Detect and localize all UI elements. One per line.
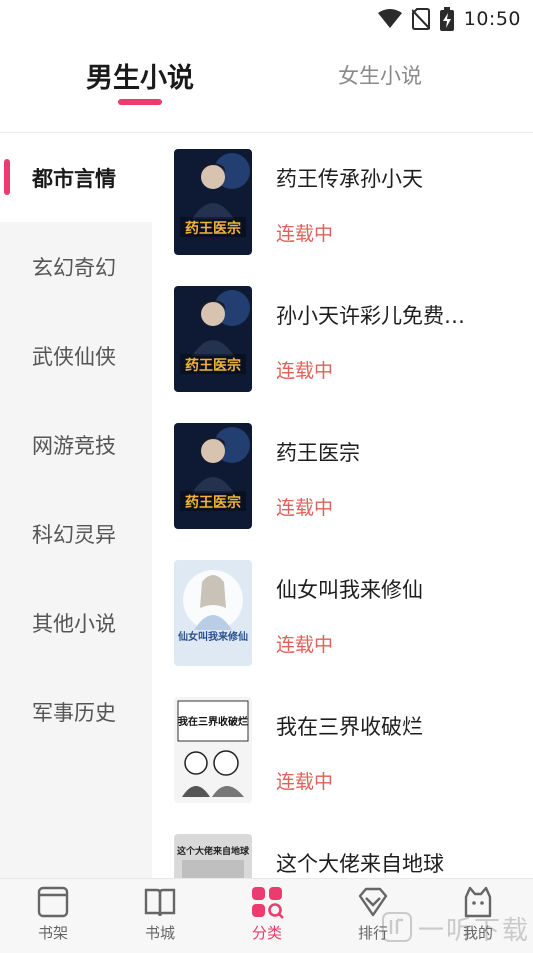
watermark-text: 一听下载 xyxy=(418,916,531,946)
category-item-other[interactable]: 其他小说 xyxy=(0,578,152,667)
category-item-military-history[interactable]: 军事历史 xyxy=(0,667,152,756)
active-tab-indicator xyxy=(118,99,162,105)
tab-female-label: 女生小说 xyxy=(338,64,422,88)
status-time: 10:50 xyxy=(463,8,521,30)
nav-category[interactable]: 分类 xyxy=(227,885,307,943)
book-status: 连载中 xyxy=(276,634,334,656)
svg-text:药王医宗: 药王医宗 xyxy=(185,220,241,237)
category-label: 武侠仙侠 xyxy=(32,344,116,369)
book-cover: 药王医宗 xyxy=(174,149,252,255)
book-cover: 仙女叫我来修仙 xyxy=(174,560,252,666)
book-city-icon xyxy=(120,885,200,919)
book-status: 连载中 xyxy=(276,360,334,382)
category-item-urban-romance[interactable]: 都市言情 xyxy=(0,133,152,222)
gender-tabs: 男生小说 女生小说 xyxy=(0,56,533,122)
book-list: 药王医宗 药王传承孙小天 连载中 药王医宗 孙小天许彩儿免费… 连载中 药王医宗… xyxy=(152,133,533,878)
book-cover: 药王医宗 xyxy=(174,423,252,529)
tab-male-novels[interactable]: 男生小说 xyxy=(60,56,220,105)
book-item[interactable]: 这个大佬来自地球 这个大佬来自地球 xyxy=(174,834,524,878)
category-label: 都市言情 xyxy=(32,166,116,191)
book-item[interactable]: 仙女叫我来修仙 仙女叫我来修仙 连载中 xyxy=(174,560,524,672)
book-title: 药王传承孙小天 xyxy=(276,167,423,191)
battery-charging-icon xyxy=(439,7,454,31)
book-title: 孙小天许彩儿免费… xyxy=(276,304,465,328)
nav-book-city[interactable]: 书城 xyxy=(120,885,200,943)
book-title: 药王医宗 xyxy=(276,441,360,465)
category-label: 军事历史 xyxy=(32,700,116,725)
category-label: 网游竞技 xyxy=(32,433,116,458)
category-label: 其他小说 xyxy=(32,611,116,636)
category-item-fantasy[interactable]: 玄幻奇幻 xyxy=(0,222,152,311)
wifi-icon xyxy=(377,9,402,29)
svg-text:药王医宗: 药王医宗 xyxy=(185,357,241,374)
book-title: 我在三界收破烂 xyxy=(276,715,423,739)
category-label: 科幻灵异 xyxy=(32,522,116,547)
nav-label: 书城 xyxy=(144,924,175,942)
book-cover: 这个大佬来自地球 xyxy=(174,834,252,878)
svg-text:我在三界收破烂: 我在三界收破烂 xyxy=(178,715,248,728)
active-category-marker xyxy=(4,159,10,195)
no-sim-icon xyxy=(411,8,430,30)
svg-text:仙女叫我来修仙: 仙女叫我来修仙 xyxy=(178,630,248,643)
nav-bookshelf[interactable]: 书架 xyxy=(13,885,93,943)
book-item[interactable]: 我在三界收破烂 我在三界收破烂 连载中 xyxy=(174,697,524,809)
book-item[interactable]: 药王医宗 药王医宗 连载中 xyxy=(174,423,524,535)
watermark: 一听下载 xyxy=(382,910,530,947)
book-status: 连载中 xyxy=(276,771,334,793)
book-cover: 药王医宗 xyxy=(174,286,252,392)
book-cover: 我在三界收破烂 xyxy=(174,697,252,803)
book-status: 连载中 xyxy=(276,497,334,519)
watermark-logo-icon xyxy=(382,911,412,946)
book-title: 这个大佬来自地球 xyxy=(276,852,444,876)
category-item-wuxia[interactable]: 武侠仙侠 xyxy=(0,311,152,400)
category-icon xyxy=(227,885,307,919)
category-item-gaming[interactable]: 网游竞技 xyxy=(0,400,152,489)
book-item[interactable]: 药王医宗 孙小天许彩儿免费… 连载中 xyxy=(174,286,524,398)
status-bar: 10:50 xyxy=(0,0,533,36)
bookshelf-icon xyxy=(13,885,93,919)
tab-male-label: 男生小说 xyxy=(86,63,194,94)
svg-text:这个大佬来自地球: 这个大佬来自地球 xyxy=(177,845,250,857)
tab-female-novels[interactable]: 女生小说 xyxy=(300,56,460,96)
nav-label: 分类 xyxy=(251,924,282,942)
category-item-scifi[interactable]: 科幻灵异 xyxy=(0,489,152,578)
category-sidebar: 都市言情 玄幻奇幻 武侠仙侠 网游竞技 科幻灵异 其他小说 军事历史 xyxy=(0,133,152,878)
book-item[interactable]: 药王医宗 药王传承孙小天 连载中 xyxy=(174,149,524,261)
category-label: 玄幻奇幻 xyxy=(32,255,116,280)
book-title: 仙女叫我来修仙 xyxy=(276,578,423,602)
nav-label: 书架 xyxy=(37,924,68,942)
svg-text:药王医宗: 药王医宗 xyxy=(185,494,241,511)
book-status: 连载中 xyxy=(276,223,334,245)
